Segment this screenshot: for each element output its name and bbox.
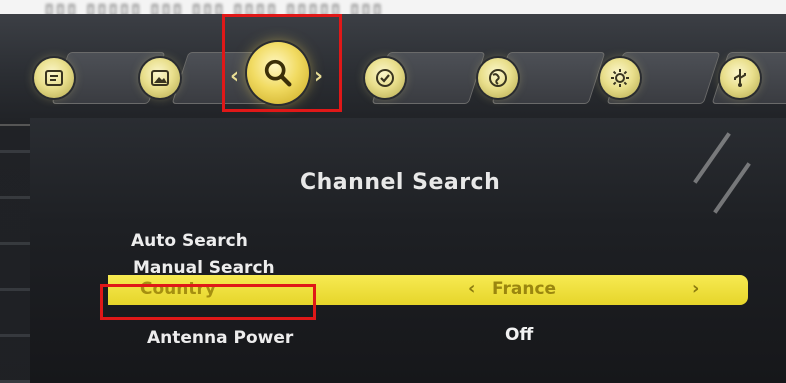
menu-item-antenna-power[interactable]: Antenna Power (147, 328, 293, 348)
picture-icon[interactable] (140, 58, 180, 98)
glare-mark (713, 162, 751, 214)
time-check-icon[interactable] (365, 58, 405, 98)
country-highlight-box (100, 284, 316, 320)
globe-icon[interactable] (478, 58, 518, 98)
country-next-arrow[interactable]: › (692, 278, 699, 299)
menu-tab-rail: ‹ › (0, 14, 786, 126)
menu-title: Channel Search (300, 170, 501, 195)
country-value: France (492, 279, 557, 299)
tv-screen: ‹ › (0, 14, 786, 383)
settings-gear-icon[interactable] (600, 58, 640, 98)
info-icon[interactable] (34, 58, 74, 98)
country-prev-arrow[interactable]: ‹ (468, 278, 475, 299)
menu-item-auto-search[interactable]: Auto Search (131, 231, 248, 251)
antenna-power-value: Off (505, 325, 534, 345)
glare-mark (693, 132, 731, 184)
active-tab-highlight-box (222, 14, 342, 112)
usb-icon[interactable] (720, 58, 760, 98)
